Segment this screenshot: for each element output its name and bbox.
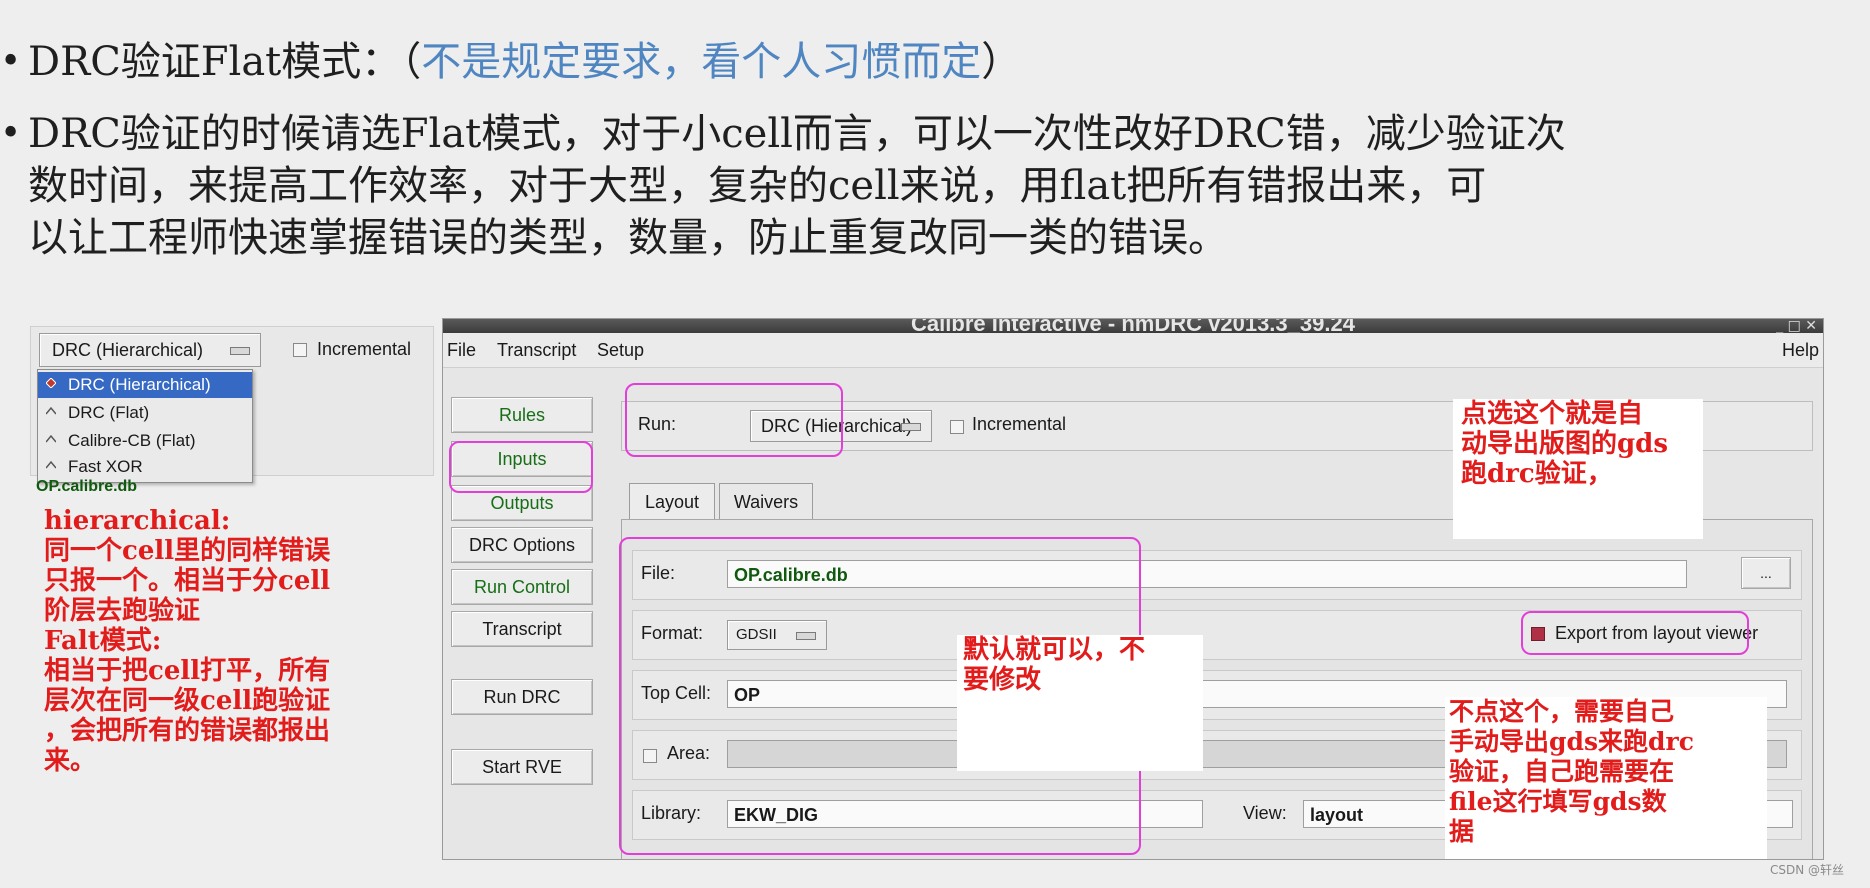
start-rve-button[interactable]: Start RVE xyxy=(451,749,593,785)
menu-item-calibre-cb-flat[interactable]: Calibre-CB (Flat) xyxy=(38,428,252,454)
calibre-interactive-window: Calibre Interactive - nmDRC v2013.3_39.2… xyxy=(442,318,1824,860)
export-note: 点选这个就是自 动导出版图的gds 跑drc验证， xyxy=(1453,399,1703,539)
sidebar-run-control[interactable]: Run Control xyxy=(451,569,593,605)
run-mode-popup-snippet: DRC (Hierarchical) Incremental DRC (Hier… xyxy=(30,326,434,483)
note-line: hierarchical: xyxy=(44,506,231,536)
note-line: 相当于把cell打平，所有 xyxy=(44,656,331,686)
note-line: 默认就可以，不 xyxy=(963,635,1146,665)
note-line: file这行填写gds数 xyxy=(1449,787,1667,816)
bullet1-main: DRC验证Flat模式：（ xyxy=(28,39,422,85)
bullet-text: DRC验证Flat模式：（不是规定要求，看个人习惯而定） xyxy=(28,36,1021,88)
bullet-marker: • xyxy=(0,41,22,82)
menu-transcript[interactable]: Transcript xyxy=(497,340,576,361)
run-drc-button[interactable]: Run DRC xyxy=(451,679,593,715)
bullet-paragraph: DRC验证的时候请选Flat模式，对于小cell而言，可以一次性改好DRC错，减… xyxy=(28,108,1566,264)
highlight-run-mode xyxy=(625,383,843,457)
note-line: 验证，自己跑需要在 xyxy=(1449,757,1675,786)
paragraph-line: 以让工程师快速掌握错误的类型，数量，防止重复改同一类的错误。 xyxy=(28,215,1228,261)
paragraph-line: DRC验证的时候请选Flat模式，对于小cell而言，可以一次性改好DRC错，减… xyxy=(28,111,1566,157)
run-mode-combo[interactable]: DRC (Hierarchical) xyxy=(39,333,261,367)
bullet1-end: ） xyxy=(981,39,1022,85)
view-label: View: xyxy=(1243,803,1287,823)
note-line: 跑drc验证， xyxy=(1461,459,1613,489)
note-line: 手动导出gds来跑drc xyxy=(1449,727,1694,756)
note-line: 不点这个，需要自己 xyxy=(1449,697,1675,726)
highlight-inputs xyxy=(449,441,593,493)
note-line: 层次在同一级cell跑验证 xyxy=(44,686,331,716)
manual-note-text: 不点这个，需要自己 手动导出gds来跑drc 验证，自己跑需要在 file这行填… xyxy=(1445,697,1767,847)
note-line: 只报一个。相当于分cell xyxy=(44,566,331,596)
incremental-label: Incremental xyxy=(972,414,1067,434)
menu-item-drc-hierarchical[interactable]: DRC (Hierarchical) xyxy=(38,372,252,398)
bullet1-emphasis: 不是规定要求，看个人习惯而定 xyxy=(421,39,982,85)
menu-help[interactable]: Help xyxy=(1782,340,1819,361)
browse-button[interactable]: ... xyxy=(1741,557,1791,589)
incremental-checkbox[interactable] xyxy=(950,420,964,434)
menu-file[interactable]: File xyxy=(447,340,476,361)
run-mode-dropdown-menu: DRC (Hierarchical) DRC (Flat) Calibre-CB… xyxy=(37,369,253,483)
sidebar-drc-options[interactable]: DRC Options xyxy=(451,527,593,563)
default-note-text: 默认就可以，不 要修改 xyxy=(957,635,1203,695)
paragraph-line: 数时间，来提高工作效率，对于大型，复杂的cell来说，用flat把所有错报出来，… xyxy=(28,163,1487,209)
incremental-checkbox[interactable] xyxy=(293,343,307,357)
menu-item-label: DRC (Hierarchical) xyxy=(68,375,211,394)
watermark: CSDN @轩丝 xyxy=(1769,863,1844,877)
note-line: 点选这个就是自 xyxy=(1461,399,1644,429)
combo-value: DRC (Hierarchical) xyxy=(52,340,204,360)
menu-setup[interactable]: Setup xyxy=(597,340,644,361)
radio-icon xyxy=(46,434,56,443)
menu-item-label: Calibre-CB (Flat) xyxy=(68,431,196,450)
bullet-marker: • xyxy=(0,113,22,154)
mode-explanation-note: hierarchical: 同一个cell里的同样错误 只报一个。相当于分cel… xyxy=(44,506,434,776)
menu-bar: File Transcript Setup Help xyxy=(443,333,1823,368)
note-line: 同一个cell里的同样错误 xyxy=(44,536,331,566)
incremental-label: Incremental xyxy=(317,339,412,359)
note-line: 来。 xyxy=(44,746,97,776)
radio-icon xyxy=(46,460,56,469)
menu-item-fast-xor[interactable]: Fast XOR xyxy=(38,454,252,480)
sidebar-transcript[interactable]: Transcript xyxy=(451,611,593,647)
default-note: 默认就可以，不 要修改 xyxy=(957,635,1203,771)
note-line: 阶层去跑验证 xyxy=(44,596,201,626)
window-titlebar: Calibre Interactive - nmDRC v2013.3_39.2… xyxy=(443,319,1823,336)
note-line: Falt模式: xyxy=(44,626,162,656)
chevron-down-icon xyxy=(230,347,250,355)
manual-export-note: 不点这个，需要自己 手动导出gds来跑drc 验证，自己跑需要在 file这行填… xyxy=(1445,697,1767,859)
note-line: 要修改 xyxy=(963,665,1042,695)
note-line: 动导出版图的gds xyxy=(1461,429,1668,459)
window-controls[interactable]: _ □ ✕ xyxy=(1776,319,1817,333)
radio-icon xyxy=(46,406,56,415)
menu-item-label: DRC (Flat) xyxy=(68,403,150,422)
chevron-down-icon xyxy=(901,423,921,431)
note-line: 据 xyxy=(1449,817,1475,846)
tab-waivers[interactable]: Waivers xyxy=(719,483,813,520)
sidebar-rules[interactable]: Rules xyxy=(451,397,593,433)
radio-selected-icon xyxy=(46,378,56,388)
menu-item-label: Fast XOR xyxy=(68,457,143,476)
highlight-export-option xyxy=(1521,611,1749,655)
tab-layout[interactable]: Layout xyxy=(629,483,715,520)
menu-item-drc-flat[interactable]: DRC (Flat) xyxy=(38,400,252,426)
left-file-value: OP.calibre.db xyxy=(36,478,138,495)
note-line: ，会把所有的错误都报出 xyxy=(44,716,331,746)
export-note-text: 点选这个就是自 动导出版图的gds 跑drc验证， xyxy=(1453,399,1703,489)
